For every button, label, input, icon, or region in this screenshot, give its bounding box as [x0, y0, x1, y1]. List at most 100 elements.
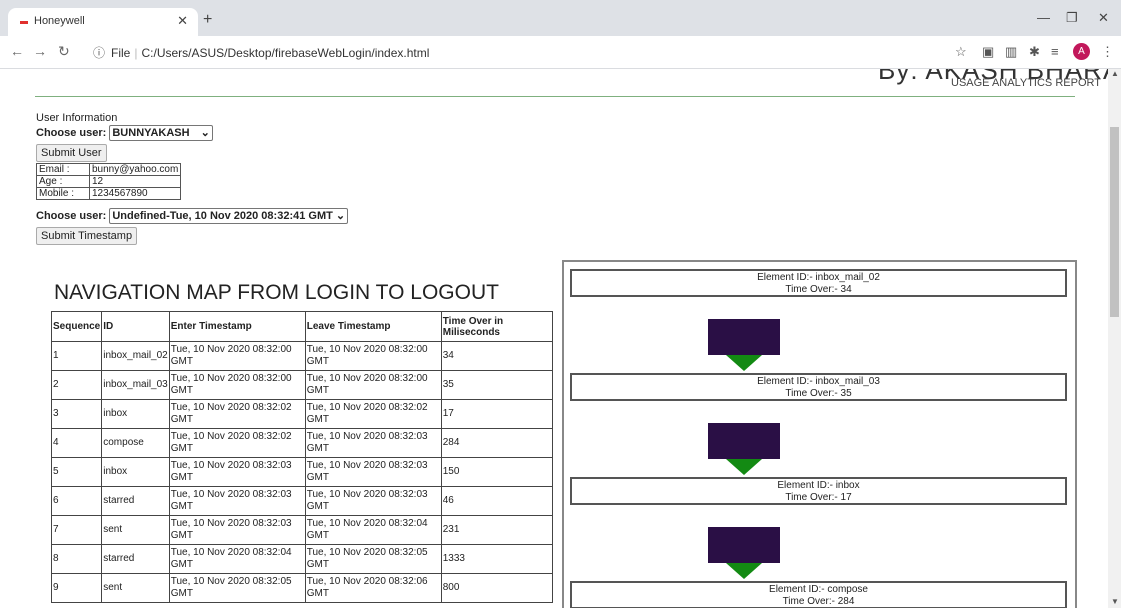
detail-label: Age : — [36, 175, 90, 188]
table-cell: inbox_mail_02 — [101, 341, 170, 371]
back-icon[interactable]: ← — [10, 43, 24, 59]
table-cell: Tue, 10 Nov 2020 08:32:03 GMT — [304, 457, 442, 487]
table-row: Age : 12 — [36, 175, 182, 188]
table-cell: Tue, 10 Nov 2020 08:32:00 GMT — [304, 341, 442, 371]
navigation-table: Sequence ID Enter Timestamp Leave Timest… — [50, 311, 553, 603]
table-cell: 9 — [50, 573, 103, 603]
submit-timestamp-button[interactable]: Submit Timestamp — [36, 227, 138, 245]
timestamp-select-value: Undefined-Tue, 10 Nov 2020 08:32:41 GMT — [112, 210, 333, 222]
vertical-scrollbar[interactable]: ▲ ▼ — [1108, 69, 1121, 608]
detail-value: 1234567890 — [88, 187, 182, 200]
table-row: 6 starred Tue, 10 Nov 2020 08:32:03 GMT Tue… — [50, 486, 553, 516]
detail-value: bunny@yahoo.com — [88, 163, 182, 176]
table-row: 4 compose Tue, 10 Nov 2020 08:32:02 GMT Tue… — [50, 428, 553, 458]
timestamp-select[interactable]: Undefined-Tue, 10 Nov 2020 08:32:41 GMT … — [109, 208, 349, 224]
user-select[interactable]: BUNNYAKASH ⌄ — [109, 125, 213, 141]
table-cell: inbox — [101, 457, 170, 487]
close-window-icon[interactable]: ✕ — [1098, 10, 1109, 26]
table-cell: 17 — [440, 399, 553, 429]
tab-title: Honeywell — [34, 15, 85, 27]
table-cell: Tue, 10 Nov 2020 08:32:00 GMT — [168, 370, 306, 400]
table-cell: compose — [101, 428, 170, 458]
table-cell: Tue, 10 Nov 2020 08:32:02 GMT — [304, 399, 442, 429]
table-cell: Tue, 10 Nov 2020 08:32:05 GMT — [304, 544, 442, 574]
flow-node: Element ID:- inbox Time Over:- 17 — [570, 477, 1067, 505]
forward-icon[interactable]: → — [33, 43, 47, 59]
flow-node: Element ID:- inbox_mail_03 Time Over:- 35 — [570, 373, 1067, 401]
flow-node-id: Element ID:- inbox — [777, 480, 860, 491]
table-cell: 8 — [50, 544, 103, 574]
new-tab-icon[interactable]: + — [203, 11, 212, 29]
table-row: Email : bunny@yahoo.com — [36, 163, 182, 176]
table-row: Mobile : 1234567890 — [36, 187, 182, 200]
browser-tab[interactable]: Honeywell ✕ — [8, 8, 198, 36]
table-cell: 35 — [440, 370, 553, 400]
flow-connector-bar — [708, 527, 780, 563]
table-cell: 34 — [440, 341, 553, 371]
user-info-heading: User Information — [36, 112, 118, 124]
table-cell: Tue, 10 Nov 2020 08:32:03 GMT — [168, 486, 306, 516]
down-arrow-icon — [726, 355, 762, 371]
flow-node: Element ID:- compose Time Over:- 284 — [570, 581, 1067, 608]
table-cell: starred — [101, 486, 170, 516]
table-cell: 150 — [440, 457, 553, 487]
down-arrow-icon — [726, 563, 762, 579]
table-cell: starred — [101, 544, 170, 574]
extension-icon[interactable]: ▣ — [982, 44, 994, 60]
navigation-table-body: 1 inbox_mail_02 Tue, 10 Nov 2020 08:32:00 … — [50, 341, 553, 603]
menu-icon[interactable]: ⋮ — [1101, 44, 1114, 60]
scroll-up-icon[interactable]: ▲ — [1111, 69, 1119, 78]
restore-icon[interactable]: ❐ — [1066, 10, 1078, 26]
flow-node-id: Element ID:- inbox_mail_02 — [757, 272, 880, 283]
detail-label: Mobile : — [36, 187, 90, 200]
flow-node-time: Time Over:- 284 — [782, 596, 855, 607]
table-cell: Tue, 10 Nov 2020 08:32:00 GMT — [168, 341, 306, 371]
close-tab-icon[interactable]: ✕ — [177, 13, 188, 29]
table-row: 8 starred Tue, 10 Nov 2020 08:32:04 GMT Tue… — [50, 544, 553, 574]
table-cell: 4 — [50, 428, 103, 458]
puzzle-icon[interactable]: ✱ — [1029, 44, 1040, 60]
browser-toolbar: ← → ↻ ⓘ File | C:/Users/ASUS/Desktop/fireba… — [0, 36, 1121, 69]
flow-connector-bar — [708, 423, 780, 459]
table-cell: Tue, 10 Nov 2020 08:32:03 GMT — [168, 515, 306, 545]
table-cell: Tue, 10 Nov 2020 08:32:02 GMT — [168, 428, 306, 458]
table-cell: Tue, 10 Nov 2020 08:32:03 GMT — [304, 486, 442, 516]
flow-connector-bar — [708, 319, 780, 355]
detail-label: Email : — [36, 163, 90, 176]
profile-avatar[interactable]: A — [1073, 43, 1090, 60]
table-cell: Tue, 10 Nov 2020 08:32:03 GMT — [168, 457, 306, 487]
table-cell: Tue, 10 Nov 2020 08:32:04 GMT — [304, 515, 442, 545]
scrollbar-thumb[interactable] — [1110, 127, 1119, 317]
submit-user-button[interactable]: Submit User — [36, 144, 107, 162]
table-row: 9 sent Tue, 10 Nov 2020 08:32:05 GMT Tue, 1… — [50, 573, 553, 603]
flow-diagram-panel: Element ID:- inbox_mail_02 Time Over:- 34… — [562, 260, 1077, 608]
column-header: Sequence — [50, 311, 103, 342]
table-cell: sent — [101, 515, 170, 545]
address-bar[interactable]: ⓘ File | C:/Users/ASUS/Desktop/firebaseWebL… — [93, 44, 429, 61]
bookmark-star-icon[interactable]: ☆ — [955, 44, 967, 60]
table-cell: 2 — [50, 370, 103, 400]
page-content: By: AKASH BHARAT USAGE ANALYTICS REPORT … — [0, 69, 1108, 608]
flow-node-time: Time Over:- 35 — [785, 388, 852, 399]
table-cell: 7 — [50, 515, 103, 545]
table-cell: 5 — [50, 457, 103, 487]
table-cell: Tue, 10 Nov 2020 08:32:05 GMT — [168, 573, 306, 603]
table-cell: 284 — [440, 428, 553, 458]
choose-user-label: Choose user: — [36, 127, 107, 139]
url-separator: | — [134, 46, 138, 60]
table-cell: 46 — [440, 486, 553, 516]
reload-icon[interactable]: ↻ — [58, 43, 70, 60]
table-row: 5 inbox Tue, 10 Nov 2020 08:32:03 GMT Tue, … — [50, 457, 553, 487]
header-divider — [35, 96, 1075, 97]
scroll-down-icon[interactable]: ▼ — [1111, 597, 1119, 606]
table-cell: Tue, 10 Nov 2020 08:32:06 GMT — [304, 573, 442, 603]
flow-node: Element ID:- inbox_mail_02 Time Over:- 34 — [570, 269, 1067, 297]
reading-list-icon[interactable]: ▥ — [1005, 44, 1017, 60]
detail-value: 12 — [88, 175, 182, 188]
chevron-down-icon: ⌄ — [200, 127, 210, 139]
favicon-icon — [20, 21, 28, 24]
table-cell: 800 — [440, 573, 553, 603]
report-title: USAGE ANALYTICS REPORT — [951, 77, 1101, 89]
minimize-icon[interactable]: — — [1037, 10, 1050, 25]
media-queue-icon[interactable]: ≡ — [1051, 44, 1059, 59]
